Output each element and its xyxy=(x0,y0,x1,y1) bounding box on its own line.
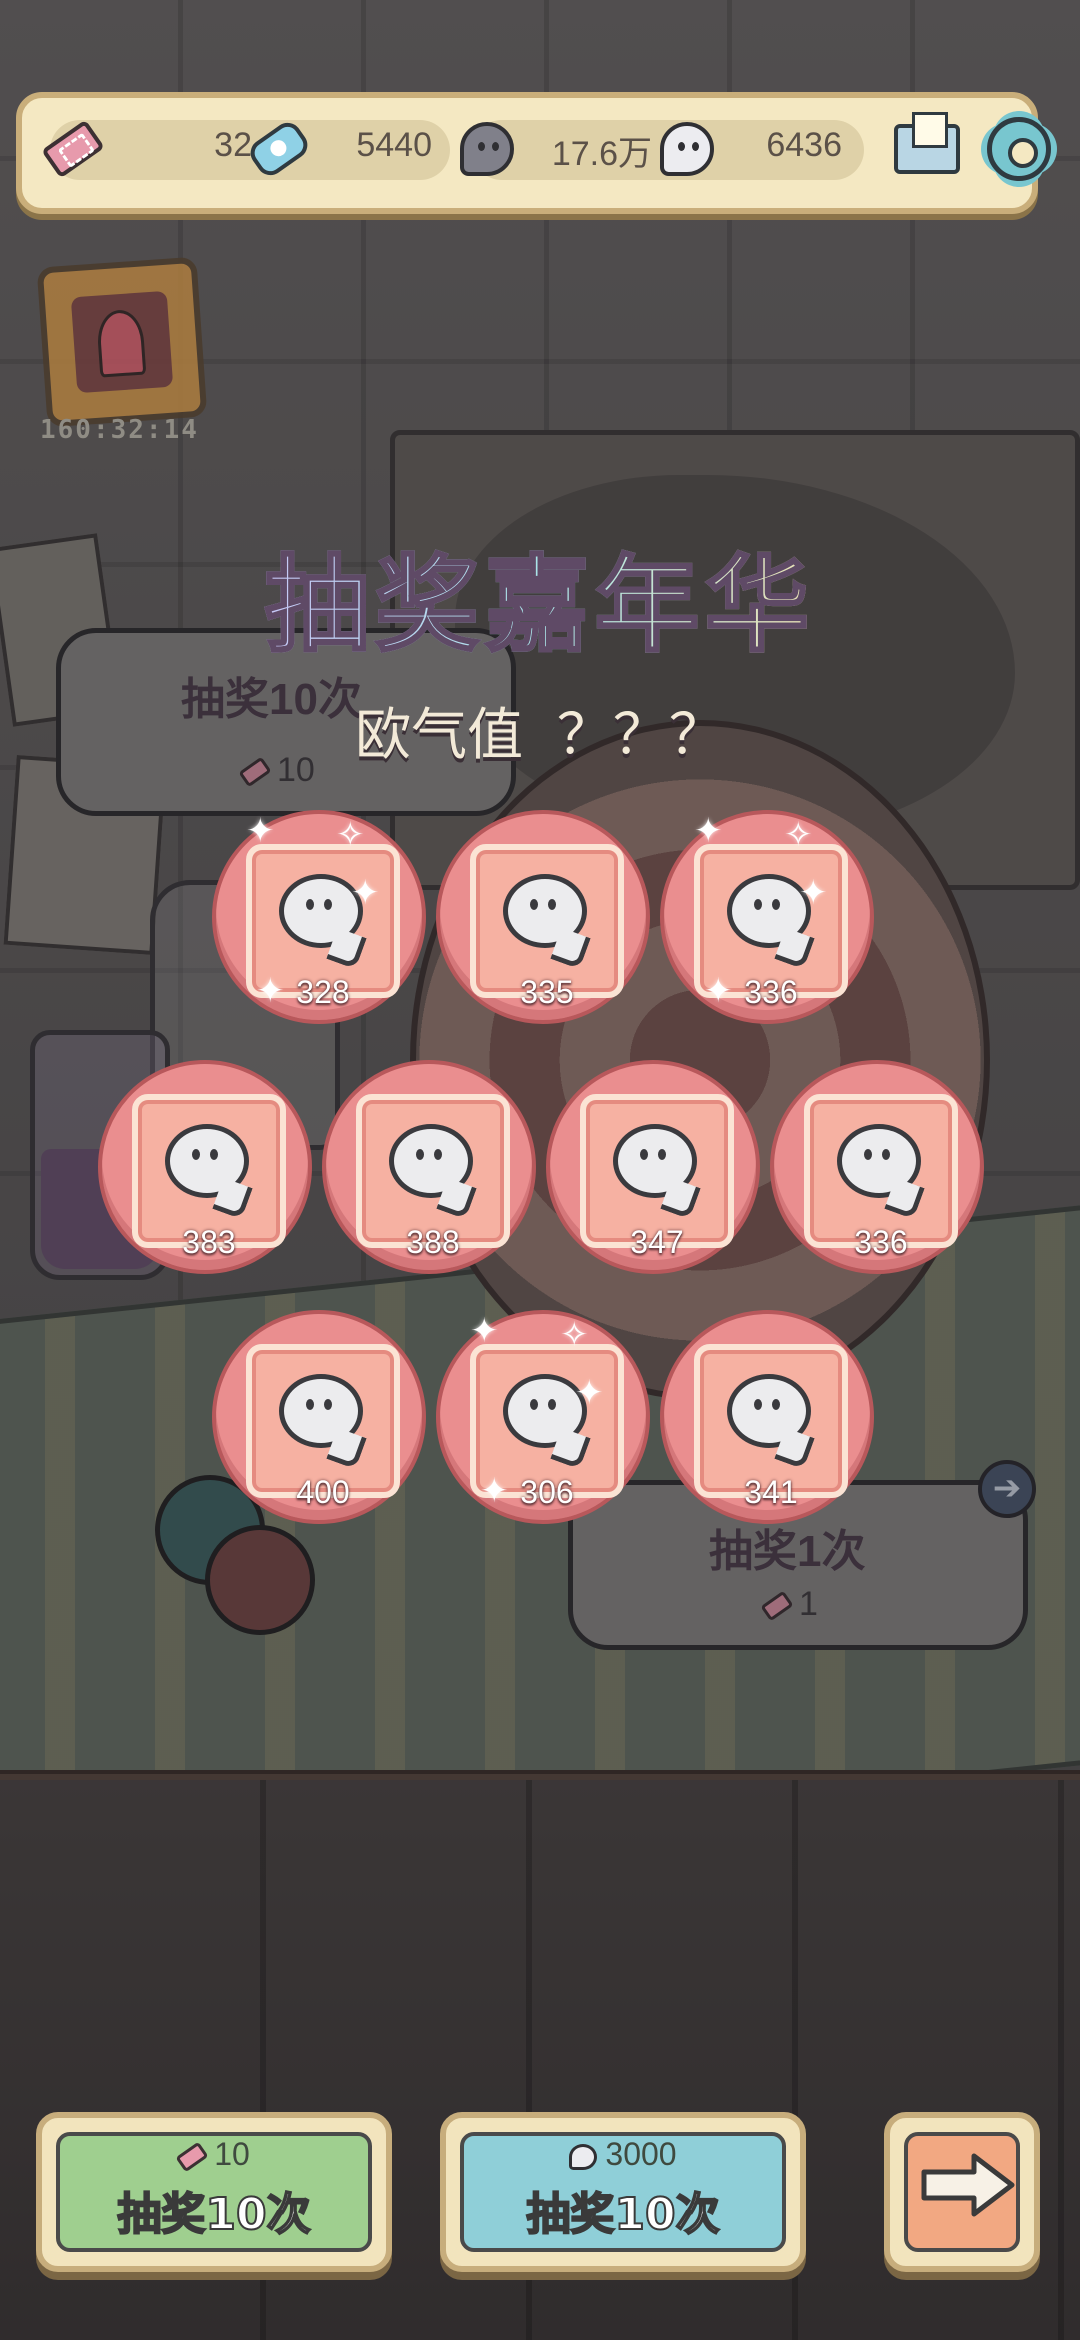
ghost-draw-label: 抽奖10次 xyxy=(525,2188,720,2241)
reward-tile: 388 xyxy=(322,1060,536,1274)
sparkle-icon: ✧ xyxy=(784,815,813,855)
sparkle-icon: ✦ xyxy=(351,873,380,913)
reward-amount: 335 xyxy=(520,974,574,1010)
reward-tile: 328 ✦ ✦ ✦ ✧ xyxy=(212,810,426,1024)
luck-label: 欧气值 xyxy=(355,703,524,768)
sparkle-icon: ✦ xyxy=(704,971,733,1011)
ghost-draw-cost-value: 3000 xyxy=(605,2136,677,2172)
ghost-draw-cost: 3000 xyxy=(446,2136,800,2173)
ghost-light-icon xyxy=(837,1124,921,1198)
ticket-icon xyxy=(175,2141,209,2172)
reward-tile: 336 ✦ ✦ ✦ ✧ xyxy=(660,810,874,1024)
reward-amount: 328 xyxy=(296,974,350,1010)
reward-tile: 306 ✦ ✦ ✦ ✧ xyxy=(436,1310,650,1524)
sparkle-icon: ✧ xyxy=(560,1315,589,1355)
sparkle-icon: ✦ xyxy=(246,811,275,851)
sparkle-icon: ✦ xyxy=(470,1311,499,1351)
ghost-dark-icon xyxy=(454,116,520,182)
ticket-draw-label: 抽奖10次 xyxy=(116,2188,311,2241)
resource-bar: 32 5440 17.6万 6436 xyxy=(16,92,1051,214)
next-button[interactable] xyxy=(884,2112,1040,2272)
sparkle-icon: ✦ xyxy=(256,971,285,1011)
reward-tile: 400 xyxy=(212,1310,426,1524)
luck-value: ？？？ xyxy=(556,703,725,768)
ticket-count: 32 xyxy=(214,126,252,164)
reward-amount: 400 xyxy=(296,1474,350,1510)
ghost-light-icon xyxy=(279,1374,363,1448)
candy-count: 5440 xyxy=(356,126,432,164)
reward-tile: 347 xyxy=(546,1060,760,1274)
ghost-light-icon xyxy=(165,1124,249,1198)
dark-ghost-count: 17.6万 xyxy=(551,135,652,173)
light-ghost-count: 6436 xyxy=(766,126,842,164)
reward-amount: 336 xyxy=(744,974,798,1010)
ghost-light-icon xyxy=(389,1124,473,1198)
reward-amount: 306 xyxy=(520,1474,574,1510)
arrow-right-icon xyxy=(921,2153,1015,2217)
event-timer: 160:32:14 xyxy=(40,415,199,445)
reward-amount: 347 xyxy=(630,1224,684,1260)
sparkle-icon: ✧ xyxy=(336,815,365,855)
reward-tile: 341 xyxy=(660,1310,874,1524)
event-card[interactable] xyxy=(36,256,208,428)
ticket-icon xyxy=(40,116,106,182)
ticket-draw-ten-button[interactable]: 10 抽奖10次 xyxy=(36,2112,392,2272)
ticket-draw-cost: 10 xyxy=(42,2136,386,2173)
gear-icon[interactable] xyxy=(980,110,1058,188)
ghost-light-icon xyxy=(613,1124,697,1198)
reward-tile: 336 xyxy=(770,1060,984,1274)
reward-tile: 383 xyxy=(98,1060,312,1274)
ticket-draw-cost-value: 10 xyxy=(214,2136,250,2172)
ghost-light-icon xyxy=(654,116,720,182)
ghost-draw-ten-button[interactable]: 3000 抽奖10次 xyxy=(440,2112,806,2272)
reward-amount: 388 xyxy=(406,1224,460,1260)
mail-icon[interactable] xyxy=(890,112,964,186)
ghost-light-icon xyxy=(569,2143,598,2170)
luck-row: 欧气值 ？？？ xyxy=(0,690,1080,771)
popup-title: 抽奖嘉年华 xyxy=(0,520,1080,671)
reward-amount: 341 xyxy=(744,1474,798,1510)
reward-amount: 383 xyxy=(182,1224,236,1260)
sparkle-icon: ✦ xyxy=(575,1373,604,1413)
candy-icon xyxy=(245,116,313,182)
ghost-light-icon xyxy=(503,874,587,948)
ghost-light-icon xyxy=(727,1374,811,1448)
sparkle-icon: ✦ xyxy=(694,811,723,851)
reward-tile: 335 xyxy=(436,810,650,1024)
sparkle-icon: ✦ xyxy=(480,1471,509,1511)
reward-amount: 336 xyxy=(854,1224,908,1260)
sparkle-icon: ✦ xyxy=(799,873,828,913)
event-icon xyxy=(70,290,174,394)
